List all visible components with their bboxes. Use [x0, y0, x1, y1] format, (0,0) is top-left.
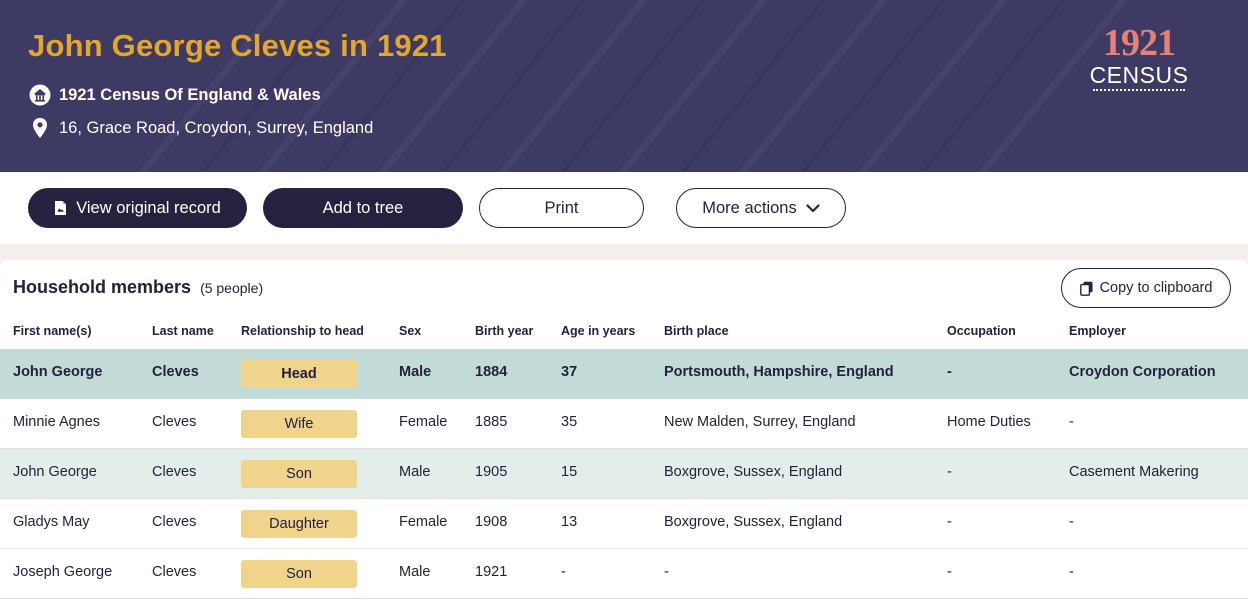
logo-divider [1093, 89, 1185, 91]
census-1921-logo: 1921 CENSUS [1085, 24, 1193, 96]
first-name-cell: John George [13, 464, 97, 480]
household-title: Household members [13, 277, 192, 297]
occupation-cell: - [947, 564, 952, 580]
household-count: (5 people) [200, 280, 264, 296]
view-original-record-button[interactable]: View original record [28, 188, 247, 228]
birth-place-cell: Boxgrove, Sussex, England [664, 514, 843, 530]
more-actions-label: More actions [702, 198, 797, 217]
relationship-badge: Daughter [241, 510, 357, 538]
age-cell: 35 [561, 414, 578, 430]
employer-cell: - [1069, 514, 1074, 530]
birth-year-cell: 1905 [475, 464, 508, 480]
address-text: 16, Grace Road, Croydon, Surrey, England [59, 118, 374, 137]
action-bar: View original record Add to tree Print M… [0, 172, 1248, 244]
employer-cell: - [1069, 564, 1074, 580]
column-header-relationship: Relationship to head [241, 324, 364, 338]
birth-year-cell: 1885 [475, 414, 508, 430]
employer-cell: Croydon Corporation [1069, 364, 1216, 380]
table-row[interactable]: Joseph George Cleves Son Male 1921 - - -… [0, 549, 1248, 599]
birth-year-cell: 1884 [475, 364, 508, 380]
copy-icon [1079, 281, 1093, 296]
print-label: Print [544, 198, 579, 217]
document-icon [54, 200, 67, 216]
first-name-cell: Minnie Agnes [13, 414, 101, 430]
view-original-record-label: View original record [76, 198, 221, 217]
first-name-cell: Joseph George [13, 564, 113, 580]
age-cell: - [561, 564, 566, 580]
collection-name: 1921 Census Of England & Wales [59, 85, 321, 104]
copy-to-clipboard-label: Copy to clipboard [1099, 280, 1213, 296]
table-header: First name(s) Last name Relationship to … [0, 320, 1248, 348]
birth-place-cell: New Malden, Surrey, England [664, 414, 856, 430]
collection-row: 1921 Census Of England & Wales [28, 83, 321, 107]
age-cell: 37 [561, 364, 578, 380]
logo-word: CENSUS [1089, 62, 1189, 88]
birth-place-cell: - [664, 564, 669, 580]
occupation-cell: - [947, 464, 952, 480]
more-actions-button[interactable]: More actions [676, 188, 846, 228]
column-header-sex: Sex [399, 324, 422, 338]
employer-cell: Casement Makering [1069, 464, 1199, 480]
column-header-first-name: First name(s) [13, 324, 92, 338]
column-header-birth-year: Birth year [475, 324, 534, 338]
birth-place-cell: Portsmouth, Hampshire, England [664, 364, 894, 380]
age-cell: 13 [561, 514, 578, 530]
occupation-cell: - [947, 364, 952, 380]
page-title: John George Cleves in 1921 [28, 28, 447, 63]
sex-cell: Female [399, 514, 448, 530]
birth-year-cell: 1921 [475, 564, 508, 580]
sex-cell: Female [399, 414, 448, 430]
table-row[interactable]: Minnie Agnes Cleves Wife Female 1885 35 … [0, 399, 1248, 449]
column-header-birth-place: Birth place [664, 324, 729, 338]
column-header-age: Age in years [561, 324, 636, 338]
last-name-cell: Cleves [152, 364, 199, 380]
table-row[interactable]: John George Cleves Head Male 1884 37 Por… [0, 349, 1248, 399]
sex-cell: Male [399, 464, 431, 480]
relationship-badge: Wife [241, 410, 357, 438]
add-to-tree-label: Add to tree [322, 198, 404, 217]
table-row[interactable]: Gladys May Cleves Daughter Female 1908 1… [0, 499, 1248, 549]
address-row: 16, Grace Road, Croydon, Surrey, England [28, 116, 373, 140]
household-heading: Household members (5 people) [13, 277, 263, 298]
print-button[interactable]: Print [479, 188, 644, 228]
chevron-down-icon [806, 203, 820, 213]
occupation-cell: Home Duties [947, 414, 1031, 430]
record-header-banner: John George Cleves in 1921 1921 Census O… [0, 0, 1248, 172]
column-header-occupation: Occupation [947, 324, 1016, 338]
last-name-cell: Cleves [152, 414, 197, 430]
copy-to-clipboard-button[interactable]: Copy to clipboard [1061, 268, 1231, 308]
relationship-badge: Son [241, 560, 357, 588]
last-name-cell: Cleves [152, 514, 197, 530]
age-cell: 15 [561, 464, 578, 480]
last-name-cell: Cleves [152, 564, 197, 580]
household-members-card: Household members (5 people) Copy to cli… [0, 260, 1248, 606]
first-name-cell: Gladys May [13, 514, 90, 530]
table-row[interactable]: John George Cleves Son Male 1905 15 Boxg… [0, 449, 1248, 499]
logo-year: 1921 [1103, 22, 1176, 64]
sex-cell: Male [399, 364, 432, 380]
sex-cell: Male [399, 564, 431, 580]
building-icon [28, 83, 52, 107]
relationship-badge: Son [241, 460, 357, 488]
relationship-badge: Head [241, 360, 357, 388]
employer-cell: - [1069, 414, 1074, 430]
first-name-cell: John George [13, 364, 103, 380]
birth-place-cell: Boxgrove, Sussex, England [664, 464, 843, 480]
last-name-cell: Cleves [152, 464, 197, 480]
map-pin-icon [28, 116, 52, 140]
column-header-employer: Employer [1069, 324, 1126, 338]
column-header-last-name: Last name [152, 324, 214, 338]
occupation-cell: - [947, 514, 952, 530]
birth-year-cell: 1908 [475, 514, 508, 530]
add-to-tree-button[interactable]: Add to tree [263, 188, 463, 228]
